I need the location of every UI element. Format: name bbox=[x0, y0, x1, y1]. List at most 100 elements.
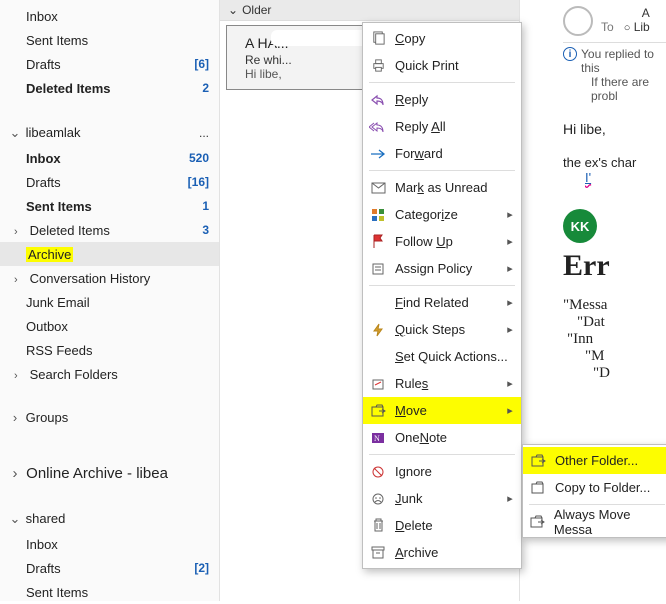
ctx-label: Delete bbox=[395, 518, 515, 533]
sub-label: Always Move Messa bbox=[554, 507, 665, 537]
ctx-ignore[interactable]: Ignore bbox=[363, 458, 521, 485]
ctx-onenote[interactable]: N OneNote bbox=[363, 424, 521, 451]
ctx-separator bbox=[369, 285, 515, 286]
nav-item-content: › Deleted Items bbox=[14, 223, 110, 238]
ctx-assign-policy[interactable]: Assign Policy ▸ bbox=[363, 255, 521, 282]
quote-line: "D bbox=[563, 365, 666, 382]
ctx-forward[interactable]: Forward bbox=[363, 140, 521, 167]
nav-shared-drafts[interactable]: Drafts [2] bbox=[0, 556, 219, 580]
nav-groups-header[interactable]: › Groups bbox=[0, 404, 219, 430]
caret-right-icon: › bbox=[8, 410, 22, 425]
nav-count: 520 bbox=[181, 151, 209, 165]
nav-deleted-items[interactable]: Deleted Items 2 bbox=[0, 76, 219, 100]
move-icon bbox=[369, 402, 387, 420]
ctx-label: Follow Up bbox=[395, 234, 497, 249]
ctx-reply[interactable]: Reply bbox=[363, 86, 521, 113]
ctx-copy[interactable]: Copy bbox=[363, 25, 521, 52]
folder-copy-icon bbox=[529, 479, 547, 497]
quote-line: "M bbox=[563, 348, 666, 365]
nav-label: Drafts bbox=[26, 561, 61, 576]
nav-item-content: › Conversation History bbox=[14, 271, 150, 286]
ctx-delete[interactable]: Delete bbox=[363, 512, 521, 539]
sub-other-folder[interactable]: Other Folder... bbox=[523, 447, 666, 474]
sub-always-move[interactable]: Always Move Messa bbox=[523, 508, 666, 535]
info-text: You replied to this If there are probl bbox=[581, 47, 666, 103]
ctx-label: Junk bbox=[395, 491, 497, 506]
nav-label: Archive bbox=[26, 247, 73, 262]
nav-label: Drafts bbox=[26, 175, 61, 190]
caret-right-icon: › bbox=[8, 465, 22, 482]
highlighted-text: Archive bbox=[26, 247, 73, 262]
nav-shared-inbox[interactable]: Inbox bbox=[0, 532, 219, 556]
ctx-label: Quick Steps bbox=[395, 322, 497, 337]
account-header-libeamlak[interactable]: ⌄ libeamlak ... bbox=[0, 120, 219, 146]
forward-icon bbox=[369, 145, 387, 163]
nav-label: Junk Email bbox=[26, 295, 90, 310]
nav-label: Sent Items bbox=[26, 33, 88, 48]
ctx-junk[interactable]: Junk ▸ bbox=[363, 485, 521, 512]
account-libeamlak-section: ⌄ libeamlak ... Inbox 520 Drafts [16] Se… bbox=[0, 120, 219, 386]
rules-icon bbox=[369, 375, 387, 393]
nav-drafts-2[interactable]: Drafts [16] bbox=[0, 170, 219, 194]
default-account-section: Inbox Sent Items Drafts [6] Deleted Item… bbox=[0, 4, 219, 100]
nav-inbox-2[interactable]: Inbox 520 bbox=[0, 146, 219, 170]
submenu-arrow-icon: ▸ bbox=[505, 296, 515, 309]
nav-shared-sent[interactable]: Sent Items bbox=[0, 580, 219, 604]
onenote-icon: N bbox=[369, 429, 387, 447]
nav-search-folders[interactable]: › Search Folders bbox=[0, 362, 219, 386]
submenu-arrow-icon: ▸ bbox=[505, 323, 515, 336]
ctx-move[interactable]: Move ▸ bbox=[363, 397, 521, 424]
nav-deleted-items-2[interactable]: › Deleted Items 3 bbox=[0, 218, 219, 242]
ctx-reply-all[interactable]: Reply All bbox=[363, 113, 521, 140]
nav-label: Outbox bbox=[26, 319, 68, 334]
nav-outbox[interactable]: Outbox bbox=[0, 314, 219, 338]
shared-header[interactable]: ⌄ shared bbox=[0, 506, 219, 532]
nav-label: Sent Items bbox=[26, 585, 88, 600]
archive-icon bbox=[369, 544, 387, 562]
ctx-label: Categorize bbox=[395, 207, 497, 222]
nav-junk-email[interactable]: Junk Email bbox=[0, 290, 219, 314]
ctx-label: Reply All bbox=[395, 119, 515, 134]
nav-rss-feeds[interactable]: RSS Feeds bbox=[0, 338, 219, 362]
body-fragment: the ex's char bbox=[563, 155, 666, 170]
ctx-mark-unread[interactable]: Mark as Unread bbox=[363, 174, 521, 201]
shared-section: ⌄ shared Inbox Drafts [2] Sent Items bbox=[0, 506, 219, 604]
ctx-label: Rules bbox=[395, 376, 497, 391]
ctx-set-quick-actions[interactable]: Set Quick Actions... bbox=[363, 343, 521, 370]
nav-label: Sent Items bbox=[26, 199, 92, 214]
sub-label: Copy to Folder... bbox=[555, 480, 650, 495]
nav-count: [16] bbox=[181, 175, 209, 189]
ctx-archive[interactable]: Archive bbox=[363, 539, 521, 566]
account-name: libeamlak bbox=[26, 125, 81, 140]
quote-line: "Dat bbox=[563, 314, 666, 331]
sub-copy-to-folder[interactable]: Copy to Folder... bbox=[523, 474, 666, 501]
to-line: To ○ Lib bbox=[601, 20, 650, 34]
nav-sent-items-2[interactable]: Sent Items 1 bbox=[0, 194, 219, 218]
ctx-categorize[interactable]: Categorize ▸ bbox=[363, 201, 521, 228]
nav-sent-items[interactable]: Sent Items bbox=[0, 28, 219, 52]
ctx-label: Quick Print bbox=[395, 58, 515, 73]
ctx-follow-up[interactable]: Follow Up ▸ bbox=[363, 228, 521, 255]
sub-separator bbox=[529, 504, 665, 505]
nav-item-content: › Search Folders bbox=[14, 367, 118, 382]
ctx-quick-print[interactable]: Quick Print bbox=[363, 52, 521, 79]
ctx-quick-steps[interactable]: Quick Steps ▸ bbox=[363, 316, 521, 343]
nav-inbox[interactable]: Inbox bbox=[0, 4, 219, 28]
caret-down-icon: ⌄ bbox=[228, 3, 238, 17]
quote-line: "Inn bbox=[563, 331, 666, 348]
message-group-header[interactable]: ⌄ Older bbox=[220, 0, 519, 21]
ctx-label: Assign Policy bbox=[395, 261, 497, 276]
nav-archive[interactable]: Archive bbox=[0, 242, 219, 266]
nav-online-archive-header[interactable]: › Online Archive - libea bbox=[0, 460, 219, 486]
error-heading: Err bbox=[563, 249, 666, 283]
ctx-label: Reply bbox=[395, 92, 515, 107]
nav-label: Inbox bbox=[26, 9, 58, 24]
ctx-rules[interactable]: Rules ▸ bbox=[363, 370, 521, 397]
nav-conversation-history[interactable]: › Conversation History bbox=[0, 266, 219, 290]
nav-drafts[interactable]: Drafts [6] bbox=[0, 52, 219, 76]
message-subject: Re whi... bbox=[245, 53, 292, 67]
account-header-content: ⌄ libeamlak bbox=[8, 125, 81, 141]
ctx-label: Ignore bbox=[395, 464, 515, 479]
quote-line: "Messa bbox=[563, 297, 666, 314]
ctx-find-related[interactable]: Find Related ▸ bbox=[363, 289, 521, 316]
